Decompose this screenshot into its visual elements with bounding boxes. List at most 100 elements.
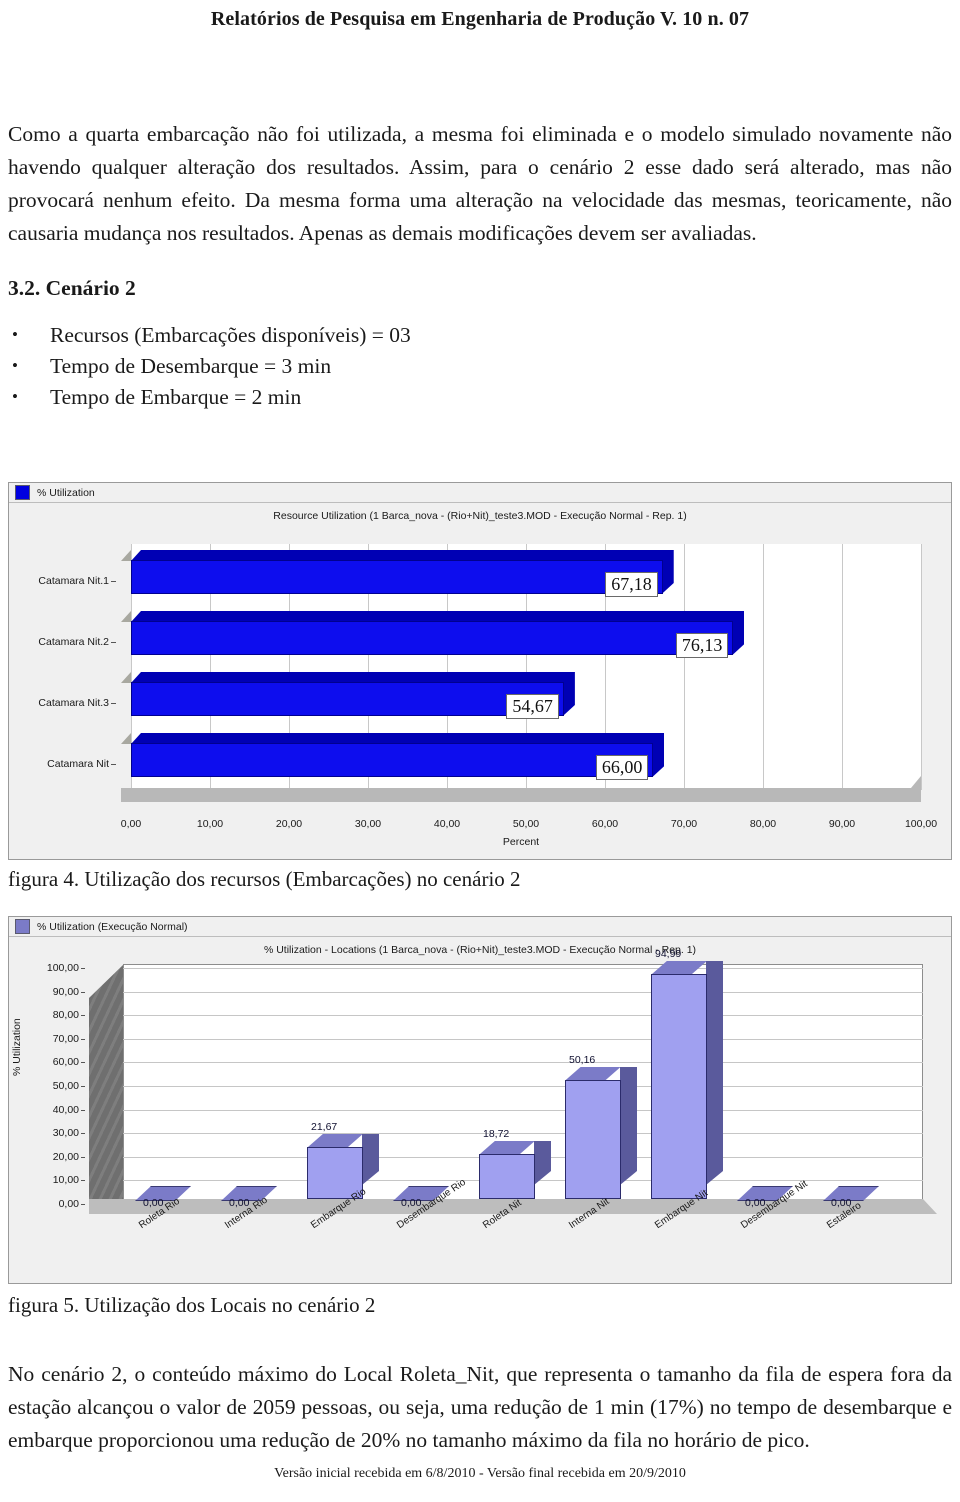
figure-5-bars-region: 0,00 0,00 21,67 0,00 18,72 50,16 94,99 0,00 0,00 [89, 948, 937, 1214]
figure-4-x-axis: Percent 0,00 10,00 20,00 30,00 40,00 50,00 60,… [120, 818, 937, 858]
closing-section: No cenário 2, o conteúdo máximo do Local… [8, 1358, 952, 1457]
gridline [123, 1015, 923, 1017]
bar: 0,00 [221, 1185, 277, 1209]
bar: 94,99 [651, 948, 707, 1199]
x-axis-tick-label: 60,00 [591, 818, 619, 830]
bar-top-face [565, 1067, 621, 1081]
bar-value-label: 18,72 [483, 1127, 510, 1140]
y-axis-tick-label: 20,00 [52, 1150, 86, 1163]
figure-4-title: Resource Utilization (1 Barca_nova - (Ri… [273, 510, 687, 522]
y-axis-tick-label: 60,00 [52, 1056, 86, 1069]
bar-value-label: 50,16 [569, 1053, 596, 1066]
bar: 67,18 [121, 550, 674, 597]
gridline [123, 1062, 923, 1064]
bar: 0,00 [135, 1185, 191, 1209]
figure-4-legend: % Utilization [9, 483, 951, 503]
running-head: Relatórios de Pesquisa em Engenharia de … [210, 8, 750, 30]
bar-top-face [307, 1134, 363, 1148]
x-axis-title: Percent [502, 836, 540, 848]
y-axis-tick-label: 80,00 [52, 1009, 86, 1022]
figure-5-y-axis-labels: 0,00 10,00 20,00 30,00 40,00 50,00 60,00 70,00 8… [23, 962, 86, 1210]
y-axis-tick-label: 70,00 [52, 1032, 86, 1045]
x-axis-tick-label: 40,00 [433, 818, 461, 830]
bar-side-face [732, 611, 744, 655]
legend-swatch-icon [15, 919, 30, 934]
x-axis-tick-label: 80,00 [749, 818, 777, 830]
gridline [921, 544, 922, 790]
list-item: Tempo de Embarque = 2 min [8, 381, 952, 413]
x-axis-tick-label: 0,00 [120, 818, 142, 830]
bar-top-face [651, 961, 707, 975]
bar-value-label: 94,99 [655, 947, 682, 960]
y-axis-tick-label: 40,00 [52, 1103, 86, 1116]
figure-4-y-axis-labels: Catamara Nit.1 Catamara Nit.2 Catamara Nit… [9, 550, 117, 795]
bar-side-face [662, 550, 674, 594]
y-axis-tick-label: 100,00 [46, 962, 86, 974]
plot-floor [121, 776, 921, 802]
bar: 0,00 [823, 1185, 879, 1209]
bar-value-label: 67,18 [605, 572, 658, 597]
bar-front-face [131, 621, 734, 655]
gridline [123, 1133, 923, 1135]
x-axis-tick-label: 30,00 [354, 818, 382, 830]
bar-value-label: 66,00 [595, 755, 649, 780]
legend-swatch-icon [15, 485, 30, 500]
gridline [123, 968, 923, 969]
y-axis-tick-label: 50,00 [52, 1080, 86, 1092]
figure-4-plot-area: Catamara Nit.1 Catamara Nit.2 Catamara Nit… [9, 522, 951, 848]
legend-label: % Utilization (Execução Normal) [37, 920, 188, 933]
y-axis-tick-label: 0,00 [58, 1198, 86, 1210]
scenario-parameter-list: Recursos (Embarcações disponíveis) = 03 … [8, 319, 952, 413]
y-axis-tick-label: Catamara Nit.1 [38, 575, 116, 587]
x-axis-tick-label: 50,00 [512, 818, 540, 830]
bar: 18,72 [479, 1128, 535, 1199]
figure-5-plot-area: % Utilization 0,00 10,00 20,00 30,00 40,00 50… [9, 948, 951, 1274]
x-axis-tick-label: 70,00 [670, 818, 698, 830]
list-item: Tempo de Desembarque = 3 min [8, 350, 952, 382]
bar-front-face [131, 743, 654, 777]
bar-front-face [565, 1079, 621, 1199]
bar-front-face [131, 560, 663, 594]
bar: 76,13 [121, 611, 744, 658]
x-axis-tick-label: 20,00 [275, 818, 303, 830]
page-title: 3.2. Cenário 2 [8, 276, 136, 300]
gridline [123, 1086, 923, 1087]
gridline [123, 1109, 923, 1111]
bar-value-label: 21,67 [311, 1120, 338, 1133]
legend-label: % Utilization [37, 486, 95, 499]
bar-front-face [131, 682, 564, 716]
gridline [123, 991, 923, 993]
y-axis-tick-label: 30,00 [52, 1127, 86, 1140]
figure-4-bars-region: 67,18 76,13 54,67 66,00 [121, 544, 922, 802]
document-page: Relatórios de Pesquisa em Engenharia de … [0, 0, 960, 1502]
bar-side-face [620, 1067, 637, 1185]
closing-paragraph: No cenário 2, o conteúdo máximo do Local… [8, 1362, 952, 1452]
plot-side-wall [89, 964, 124, 1200]
bar-side-face [706, 961, 723, 1185]
bar-value-label: 54,67 [506, 694, 559, 719]
bar: 21,67 [307, 1121, 363, 1199]
y-axis-tick-label: Catamara Nit.2 [38, 636, 116, 648]
figure-5-chart-window: % Utilization (Execução Normal) % Utiliz… [8, 916, 952, 1284]
figure-4-caption: figura 4. Utilização dos recursos (Embar… [8, 867, 521, 891]
gridline [123, 1038, 923, 1040]
bar: 50,16 [565, 1054, 621, 1199]
x-axis-tick-label: 90,00 [828, 818, 856, 830]
figure-5-title: % Utilization - Locations (1 Barca_nova … [263, 944, 697, 956]
y-axis-tick-label: Catamara Nit.3 [38, 697, 116, 709]
x-axis-tick-label: 10,00 [196, 818, 224, 830]
list-item: Recursos (Embarcações disponíveis) = 03 [8, 319, 952, 351]
figure-4-chart-window: % Utilization Resource Utilization (1 Ba… [8, 482, 952, 860]
bar-front-face [479, 1153, 535, 1199]
x-axis-tick-label: 100,00 [904, 818, 938, 830]
document-body: Como a quarta embarcação não foi utiliza… [8, 118, 952, 413]
bar-value-label: 76,13 [675, 633, 729, 658]
y-axis-tick-label: Catamara Nit [47, 758, 116, 770]
figure-5-legend: % Utilization (Execução Normal) [9, 917, 951, 937]
page-footer: Versão inicial recebida em 6/8/2010 - Ve… [274, 1466, 686, 1481]
figure-5-caption: figura 5. Utilização dos Locais no cenár… [8, 1293, 376, 1317]
figure-5-category-labels: Roleta Rio Interna Rio Embarque Rio Desemba… [89, 1177, 937, 1270]
y-axis-tick-label: 10,00 [52, 1174, 86, 1187]
bar-side-face [652, 733, 664, 777]
intro-paragraph: Como a quarta embarcação não foi utiliza… [8, 122, 952, 245]
